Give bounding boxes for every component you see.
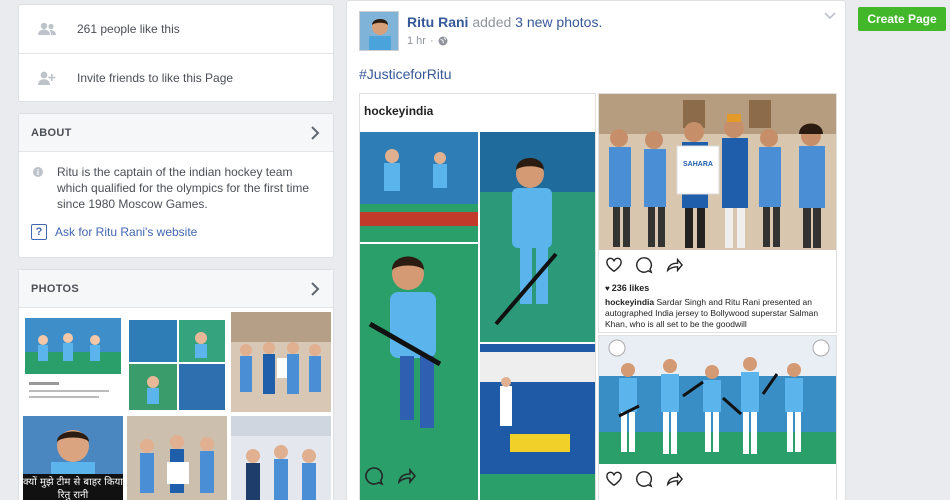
photos-title: PHOTOS: [31, 282, 80, 295]
heart-icon[interactable]: [605, 471, 623, 487]
post-card: Ritu Rani added 3 new photos. 1 hr · #Ju…: [346, 0, 846, 500]
jersey-presentation-graphic: SAHARA: [599, 94, 836, 250]
post-photo-1[interactable]: hockeyindia: [359, 93, 596, 500]
about-description-row: i Ritu is the captain of the indian hock…: [19, 152, 333, 212]
about-title: ABOUT: [31, 126, 72, 139]
likes-count: 236 likes: [611, 283, 650, 293]
post-meta: 1 hr ·: [407, 35, 448, 47]
post-hashtag-link[interactable]: #JusticeforRitu: [359, 66, 452, 82]
heart-filled-icon: ♥: [605, 283, 610, 293]
likes-line: ♥ 236 likes: [605, 283, 649, 293]
photo-thumbnail[interactable]: [127, 312, 227, 412]
globe-icon[interactable]: [438, 36, 448, 46]
photo-thumbnail[interactable]: [231, 312, 331, 412]
comment-icon[interactable]: [635, 470, 653, 488]
people-like-count: 261 people like this: [77, 22, 180, 36]
photo-thumbnail[interactable]: [23, 312, 123, 412]
instagram-caption: hockeyindia Sardar Singh and Ritu Rani p…: [605, 297, 831, 331]
photo-2-actions: [605, 256, 683, 274]
caption-account: hockeyindia: [605, 297, 655, 307]
share-icon[interactable]: [396, 466, 416, 486]
post-photo-3[interactable]: [598, 335, 837, 500]
team-celebration-graphic: [599, 336, 836, 464]
photos-header[interactable]: PHOTOS: [19, 270, 333, 308]
chevron-right-icon[interactable]: [309, 125, 321, 140]
about-card: ABOUT i Ritu is the captain of the india…: [18, 113, 334, 258]
people-icon: [37, 21, 57, 37]
heart-icon[interactable]: [605, 257, 623, 273]
about-header[interactable]: ABOUT: [19, 114, 333, 152]
photo-1-actions: [364, 466, 416, 486]
share-icon[interactable]: [665, 470, 683, 488]
chevron-down-icon[interactable]: [823, 11, 837, 21]
author-name-link[interactable]: Ritu Rani: [407, 14, 468, 30]
likes-card: 261 people like this Invite friends to l…: [18, 4, 334, 102]
share-icon[interactable]: [665, 256, 683, 274]
comment-icon[interactable]: [364, 466, 384, 486]
add-friend-icon: [37, 70, 57, 86]
people-like-row[interactable]: 261 people like this: [19, 5, 333, 53]
about-description: Ritu is the captain of the indian hockey…: [57, 165, 310, 211]
website-row[interactable]: ? Ask for Ritu Rani's website: [19, 212, 333, 240]
chevron-right-icon[interactable]: [309, 281, 321, 296]
post-header-line: Ritu Rani added 3 new photos.: [407, 14, 602, 30]
photo-3-actions: [605, 470, 683, 488]
post-verb: added: [472, 14, 512, 30]
hockey-collage-graphic: [360, 132, 595, 500]
question-icon: ?: [31, 224, 47, 240]
post-photo-2[interactable]: SAHARA ♥ 236 likes hockeyindia Sardar Si…: [598, 93, 837, 333]
info-icon: i: [33, 167, 43, 177]
ask-website-link[interactable]: Ask for Ritu Rani's website: [55, 225, 197, 239]
invite-friends-text: Invite friends to like this Page: [77, 70, 234, 85]
post-timestamp[interactable]: 1 hr: [407, 35, 426, 47]
photos-card: PHOTOS क्यों मुझे टीम से बाहर किया रितु …: [18, 269, 334, 500]
jersey-text: SAHARA: [683, 161, 713, 168]
photo-thumbnail[interactable]: [127, 416, 227, 500]
author-avatar[interactable]: [359, 11, 399, 51]
meta-separator: ·: [429, 35, 434, 47]
photo-thumbnails: क्यों मुझे टीम से बाहर किया रितु रानी: [23, 312, 331, 500]
create-page-button[interactable]: Create Page: [858, 7, 946, 31]
photo-collage: hockeyindia SAHARA ♥ 236 likes hockeyind…: [359, 93, 837, 500]
invite-friends-row[interactable]: Invite friends to like this Page: [19, 53, 333, 101]
photo-thumbnail-hindi[interactable]: क्यों मुझे टीम से बाहर किया रितु रानी: [23, 416, 123, 500]
new-photos-link[interactable]: 3 new photos.: [515, 14, 602, 30]
comment-icon[interactable]: [635, 256, 653, 274]
photo-thumbnail[interactable]: [231, 416, 331, 500]
thumbnail-hindi-caption: क्यों मुझे टीम से बाहर किया रितु रानी: [23, 474, 123, 500]
